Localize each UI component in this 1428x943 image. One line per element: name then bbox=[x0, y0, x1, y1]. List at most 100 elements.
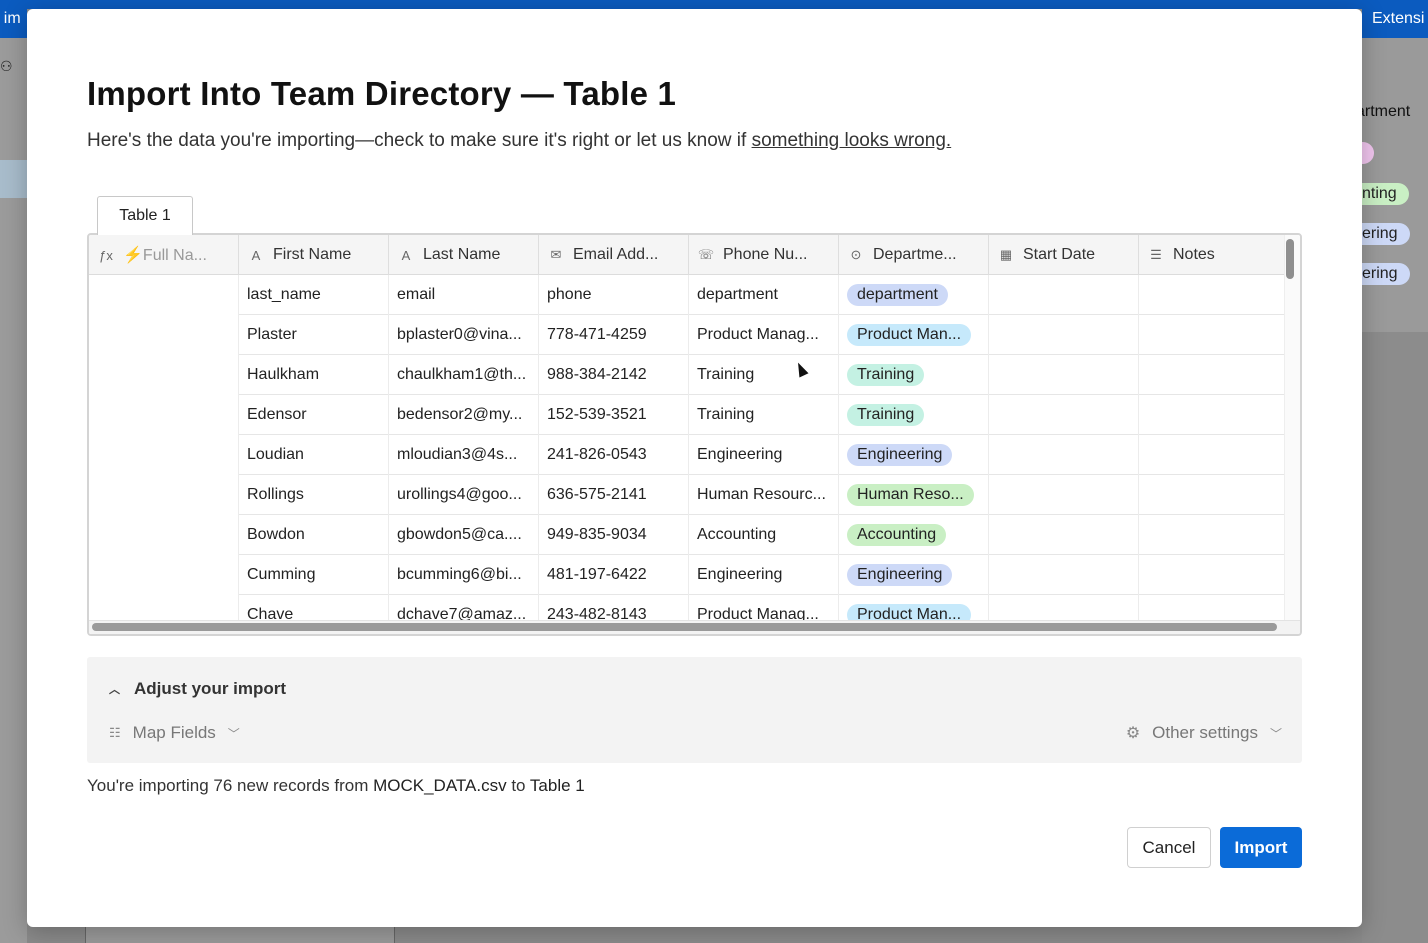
modal-subtitle: Here's the data you're importing—check t… bbox=[87, 130, 951, 152]
column-header-email[interactable]: ✉ Email Add... bbox=[539, 235, 689, 275]
table-cell bbox=[989, 315, 1139, 355]
background-column-header: artment bbox=[1362, 103, 1411, 120]
table-row: Haulkham chaulkham1@th... 988-384-2142 Trai… bbox=[89, 355, 1289, 395]
formula-icon: ƒx bbox=[99, 247, 113, 263]
table-cell: Plaster bbox=[239, 315, 389, 355]
table-cell: Product Manag... bbox=[689, 315, 839, 355]
table-cell: Product Man... bbox=[839, 315, 989, 355]
other-settings-dropdown[interactable]: ⚙ Other settings ﹀ bbox=[1126, 723, 1282, 743]
text-icon: A bbox=[401, 247, 411, 263]
department-pill: department bbox=[847, 284, 948, 306]
table-cell bbox=[989, 395, 1139, 435]
column-header-start-date[interactable]: ▦ Start Date bbox=[989, 235, 1139, 275]
tab-table-1[interactable]: Table 1 bbox=[97, 196, 193, 235]
table-cell: Accounting bbox=[689, 515, 839, 555]
table-cell bbox=[89, 395, 239, 435]
table-cell bbox=[89, 275, 239, 315]
vertical-scrollbar[interactable] bbox=[1286, 239, 1294, 279]
table-cell: Engineering bbox=[839, 555, 989, 595]
table-cell: Training bbox=[839, 395, 989, 435]
table-cell: urollings4@goo... bbox=[389, 475, 539, 515]
people-icon: ⚇ bbox=[0, 58, 13, 74]
column-header-notes[interactable]: ☰ Notes bbox=[1139, 235, 1289, 275]
table-row: last_name email phone department department bbox=[89, 275, 1289, 315]
gear-icon: ⚙ bbox=[1125, 725, 1141, 742]
import-summary: You're importing 76 new records from MOC… bbox=[87, 776, 585, 795]
department-pill: Training bbox=[847, 404, 925, 426]
background-pill: nting bbox=[1362, 183, 1409, 205]
column-header-phone[interactable]: ☏ Phone Nu... bbox=[689, 235, 839, 275]
horizontal-scrollbar[interactable] bbox=[92, 623, 1277, 631]
department-pill: Human Reso... bbox=[847, 484, 974, 506]
table-cell bbox=[1139, 395, 1289, 435]
table-cell bbox=[989, 355, 1139, 395]
table-cell: Engineering bbox=[689, 555, 839, 595]
department-pill: Engineering bbox=[847, 564, 953, 586]
table-cell bbox=[89, 355, 239, 395]
table-cell bbox=[89, 515, 239, 555]
cancel-button[interactable]: Cancel bbox=[1127, 827, 1211, 868]
app-top-bar bbox=[0, 0, 1428, 9]
table-cell: Training bbox=[689, 355, 839, 395]
target-table: Table 1 bbox=[529, 776, 585, 795]
column-header-full-name[interactable]: ƒx ⚡Full Na... bbox=[89, 235, 239, 275]
table-cell bbox=[1139, 475, 1289, 515]
table-cell: Loudian bbox=[239, 435, 389, 475]
background-right-panel: Extensi artment nting ering ering bbox=[1362, 0, 1428, 943]
table-row: Bowdon gbowdon5@ca.... 949-835-9034 Account… bbox=[89, 515, 1289, 555]
department-pill: Engineering bbox=[847, 444, 953, 466]
table-cell bbox=[89, 315, 239, 355]
table-cell: 949-835-9034 bbox=[539, 515, 689, 555]
table-cell: bcumming6@bi... bbox=[389, 555, 539, 595]
adjust-import-panel: ︿ Adjust your import ☷ Map Fields ﹀ ⚙ Other … bbox=[87, 657, 1302, 763]
table-cell bbox=[1139, 515, 1289, 555]
table-cell bbox=[89, 555, 239, 595]
background-selected-row bbox=[0, 160, 27, 198]
chevron-down-icon: ﹀ bbox=[227, 726, 240, 741]
table-row: Rollings urollings4@goo... 636-575-2141 Hum… bbox=[89, 475, 1289, 515]
table-cell: 152-539-3521 bbox=[539, 395, 689, 435]
grid-header-row: ƒx ⚡Full Na... A First Name A Last Name ✉ Em… bbox=[89, 235, 1289, 275]
table-cell bbox=[989, 555, 1139, 595]
table-cell: Training bbox=[839, 355, 989, 395]
background-extensions-tab: Extensi bbox=[1362, 0, 1428, 38]
table-cell: Accounting bbox=[839, 515, 989, 555]
column-header-last-name[interactable]: A Last Name bbox=[389, 235, 539, 275]
import-button[interactable]: Import bbox=[1220, 827, 1302, 868]
table-cell: Edensor bbox=[239, 395, 389, 435]
table-cell: gbowdon5@ca.... bbox=[389, 515, 539, 555]
table-cell: last_name bbox=[239, 275, 389, 315]
table-cell: Rollings bbox=[239, 475, 389, 515]
table-cell: Human Resourc... bbox=[689, 475, 839, 515]
horizontal-scroll-track[interactable] bbox=[89, 620, 1300, 634]
vertical-scroll-track[interactable] bbox=[1284, 235, 1300, 620]
background-left-panel: r im ⚇ bbox=[0, 0, 27, 943]
column-header-first-name[interactable]: A First Name bbox=[239, 235, 389, 275]
modal-title: Import Into Team Directory — Table 1 bbox=[87, 75, 677, 112]
table-cell: email bbox=[389, 275, 539, 315]
table-cell: 241-826-0543 bbox=[539, 435, 689, 475]
table-row: Loudian mloudian3@4s... 241-826-0543 Engine… bbox=[89, 435, 1289, 475]
table-row: Edensor bedensor2@my... 152-539-3521 Traini… bbox=[89, 395, 1289, 435]
table-cell: mloudian3@4s... bbox=[389, 435, 539, 475]
table-cell: 636-575-2141 bbox=[539, 475, 689, 515]
column-header-department[interactable]: ⊙ Departme... bbox=[839, 235, 989, 275]
table-cell bbox=[1139, 355, 1289, 395]
table-cell: Human Reso... bbox=[839, 475, 989, 515]
table-cell bbox=[989, 475, 1139, 515]
adjust-import-toggle[interactable]: ︿ Adjust your import bbox=[109, 679, 286, 699]
map-fields-dropdown[interactable]: ☷ Map Fields ﹀ bbox=[109, 723, 240, 743]
table-cell bbox=[1139, 315, 1289, 355]
something-looks-wrong-link[interactable]: something looks wrong. bbox=[752, 130, 952, 151]
table-cell bbox=[1139, 275, 1289, 315]
table-cell bbox=[989, 515, 1139, 555]
department-pill: Product Man... bbox=[847, 324, 972, 346]
table-cell: Engineering bbox=[689, 435, 839, 475]
table-cell: Training bbox=[689, 395, 839, 435]
table-cell: chaulkham1@th... bbox=[389, 355, 539, 395]
department-pill: Training bbox=[847, 364, 925, 386]
table-cell: Cumming bbox=[239, 555, 389, 595]
table-cell bbox=[89, 435, 239, 475]
file-name: MOCK_DATA.csv bbox=[373, 776, 507, 795]
background-bottom-bar bbox=[85, 927, 395, 943]
